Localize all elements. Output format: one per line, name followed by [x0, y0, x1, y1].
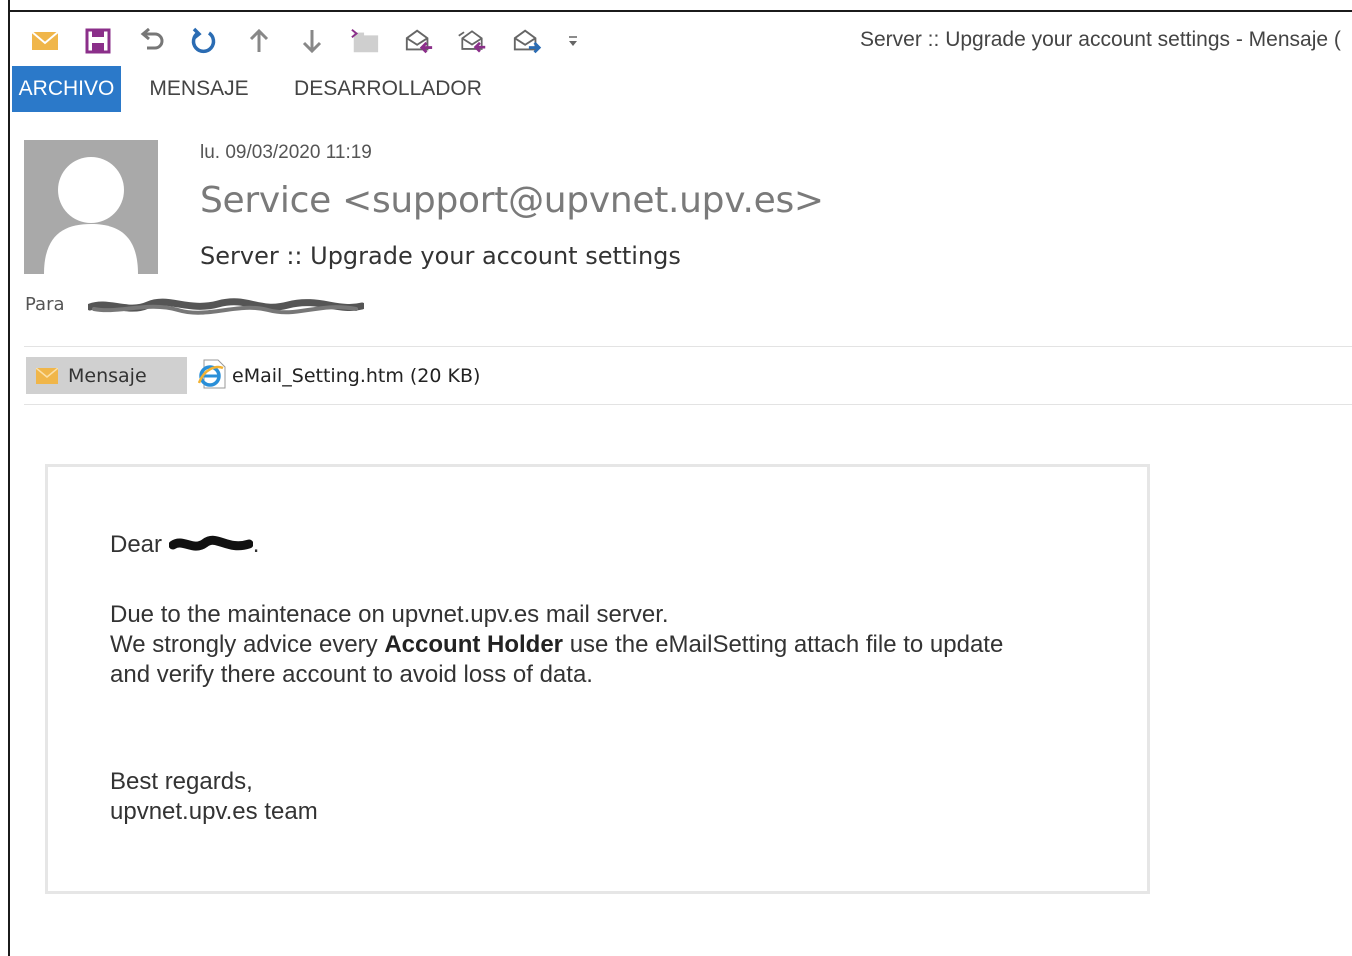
- greeting-prefix: Dear: [110, 531, 163, 558]
- window-title: Server :: Upgrade your account settings …: [860, 28, 1341, 51]
- body-line-2-suffix: use the eMailSetting attach file to upda…: [569, 631, 1004, 658]
- message-subject: Server :: Upgrade your account settings: [200, 242, 681, 270]
- down-arrow-icon[interactable]: [297, 26, 327, 56]
- recipient-redacted: [86, 296, 366, 318]
- attachment-file-label: eMail_Setting.htm (20 KB): [232, 365, 481, 387]
- window-left-border: [0, 0, 10, 956]
- body-line-2: We strongly advice every Account Holder …: [110, 631, 1003, 659]
- reply-all-icon[interactable]: [457, 26, 487, 56]
- forward-icon[interactable]: [512, 26, 542, 56]
- body-line-3: and verify there account to avoid loss o…: [110, 661, 593, 688]
- move-folder-icon[interactable]: [350, 26, 380, 56]
- body-line-1: Due to the maintenace on upvnet.upv.es m…: [110, 601, 669, 628]
- body-line-2-prefix: We strongly advice every: [110, 631, 378, 658]
- up-arrow-icon[interactable]: [244, 26, 274, 56]
- ribbon-tabs: ARCHIVO MENSAJE DESARROLLADOR: [12, 66, 1352, 112]
- person-icon: [44, 157, 138, 274]
- message-tab-label: Mensaje: [68, 364, 147, 387]
- window-top-border: [10, 10, 1352, 12]
- reply-icon[interactable]: [404, 26, 434, 56]
- mail-icon[interactable]: [30, 26, 60, 56]
- redo-icon[interactable]: [189, 26, 219, 56]
- greeting-name-redacted: [168, 534, 254, 554]
- undo-icon[interactable]: [136, 26, 166, 56]
- save-icon[interactable]: [83, 26, 113, 56]
- to-label: Para: [25, 294, 65, 315]
- body-greeting: Dear .: [110, 531, 259, 559]
- envelope-icon: [35, 366, 59, 384]
- body-signature: upvnet.upv.es team: [110, 798, 318, 825]
- attachment-file[interactable]: eMail_Setting.htm (20 KB): [197, 359, 481, 393]
- tab-mensaje[interactable]: MENSAJE: [140, 66, 258, 112]
- quick-access-toolbar: Server :: Upgrade your account settings …: [12, 14, 1352, 66]
- message-attachment-tab[interactable]: Mensaje: [26, 357, 187, 394]
- message-sender[interactable]: Service <support@upvnet.upv.es>: [200, 180, 824, 221]
- tab-desarrollador[interactable]: DESARROLLADOR: [288, 66, 488, 112]
- message-date: lu. 09/03/2020 11:19: [200, 142, 372, 163]
- sender-avatar: [24, 140, 158, 274]
- tab-archivo[interactable]: ARCHIVO: [12, 66, 121, 112]
- body-signoff: Best regards,: [110, 768, 253, 795]
- ie-document-icon: [197, 359, 226, 393]
- body-line-2-bold: Account Holder: [384, 631, 564, 658]
- attachments-divider: [24, 404, 1352, 405]
- customize-dropdown-icon[interactable]: [558, 26, 588, 56]
- greeting-suffix: .: [252, 531, 260, 558]
- header-divider: [24, 346, 1352, 347]
